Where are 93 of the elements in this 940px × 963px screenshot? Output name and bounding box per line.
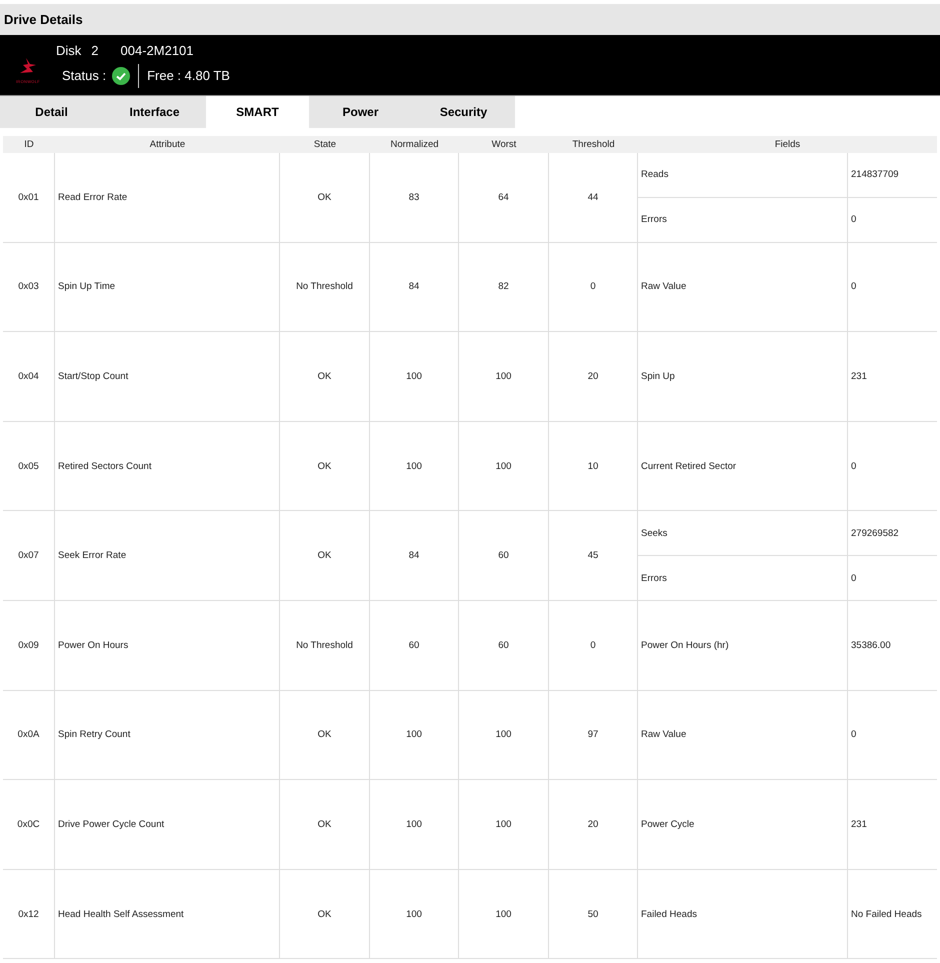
state-cell: OK [280,153,370,242]
threshold-cell: 0 [549,242,638,332]
threshold-cell: 0 [549,600,638,690]
attribute-cell: Start/Stop Count [55,332,280,421]
tab[interactable]: Security [412,96,515,128]
field-name-cell: Spin Up [638,332,848,421]
threshold-cell: 50 [549,870,638,958]
field-name-cell: Reads [638,153,848,197]
attribute-cell: Read Error Rate [55,153,280,242]
attribute-cell: Seek Error Rate [55,511,280,600]
attribute-cell: Spin Retry Count [55,690,280,780]
column-header: Threshold [571,139,616,150]
field-name-cell: Errors [638,198,848,242]
id-cell: 0x0C [3,780,55,869]
field-value-cell-text: 0 [850,213,858,228]
normalized-cell: 84 [370,511,459,600]
normalized-cell: 100 [370,690,459,780]
field-name-cell: Current Retired Sector [638,422,848,510]
status-label: Status : [62,68,106,83]
tab[interactable]: Detail [0,96,103,128]
field-value-cell-text: No Failed Heads [850,908,923,922]
id-cell: 0x0A [3,690,55,780]
window-title: Drive Details [4,12,83,27]
free-space: Free : 4.80 TB [147,68,230,83]
column-header: State [312,139,338,150]
field-value-cell-text: 0 [850,280,858,294]
field-name-cell: Power On Hours (hr) [638,600,848,690]
normalized-cell: 83 [370,153,459,242]
attribute-cell: Drive Power Cycle Count [55,780,280,869]
normalized-cell: 84 [370,242,459,332]
column-header: Worst [490,139,518,150]
state-cell: OK [280,332,370,421]
id-cell: 0x05 [3,422,55,510]
worst-cell: 60 [459,600,549,690]
id-cell: 0x03 [3,242,55,332]
normalized-cell: 100 [370,780,459,869]
field-value-cell-text: 0 [850,572,858,586]
state-cell: No Threshold [280,600,370,690]
drive-model: 004-2M2101 [120,42,194,58]
field-name-cell: Raw Value [638,242,848,332]
attribute-cell: Head Health Self Assessment [55,870,280,958]
field-value-cell-text: 231 [850,818,868,832]
id-cell: 0x04 [3,332,55,421]
field-name-cell: Failed Heads [638,870,848,958]
disk-number: 2 [91,42,99,58]
column-header: Fields [774,139,802,150]
worst-cell: 64 [459,153,549,242]
threshold-cell: 97 [549,690,638,780]
field-value-cell-text: 0 [850,728,858,742]
field-value-cell-text: 214837709 [850,168,900,182]
field-name-cell: Raw Value [638,690,848,780]
field-name-cell: Errors [638,556,848,600]
id-cell: 0x07 [3,511,55,600]
state-cell: OK [280,690,370,780]
worst-cell: 100 [459,780,549,869]
tab[interactable]: Interface [103,96,206,128]
state-cell: OK [280,780,370,869]
attribute-cell: Spin Up Time [55,242,280,332]
column-header: Normalized [389,139,440,150]
worst-cell: 100 [459,332,549,421]
field-name-cell: Power Cycle [638,780,848,869]
state-cell: OK [280,870,370,958]
normalized-cell: 100 [370,870,459,958]
state-cell: OK [280,511,370,600]
threshold-cell: 10 [549,422,638,510]
worst-cell: 82 [459,242,549,332]
worst-cell: 100 [459,422,549,510]
field-value-cell-text: 0 [850,460,858,474]
attribute-cell: Power On Hours [55,600,280,690]
column-header: ID [23,139,35,150]
state-cell: OK [280,422,370,510]
field-name-cell: Seeks [638,511,848,556]
normalized-cell: 100 [370,332,459,421]
normalized-cell: 100 [370,422,459,510]
state-cell: No Threshold [280,242,370,332]
worst-cell: 100 [459,870,549,958]
field-value-cell-text: 279269582 [850,526,900,541]
threshold-cell: 20 [549,780,638,869]
field-value-cell-text: 35386.00 [850,638,892,653]
field-value-cell-text: 231 [850,370,868,384]
worst-cell: 60 [459,511,549,600]
worst-cell: 100 [459,690,549,780]
disk-label: Disk [56,42,82,58]
id-cell: 0x12 [3,870,55,958]
normalized-cell: 60 [370,600,459,690]
id-cell: 0x09 [3,600,55,690]
threshold-cell: 45 [549,511,638,600]
column-header: Attribute [148,139,186,150]
attribute-cell: Retired Sectors Count [55,422,280,510]
threshold-cell: 44 [549,153,638,242]
id-cell: 0x01 [3,153,55,242]
tab[interactable]: Power [309,96,412,128]
threshold-cell: 20 [549,332,638,421]
